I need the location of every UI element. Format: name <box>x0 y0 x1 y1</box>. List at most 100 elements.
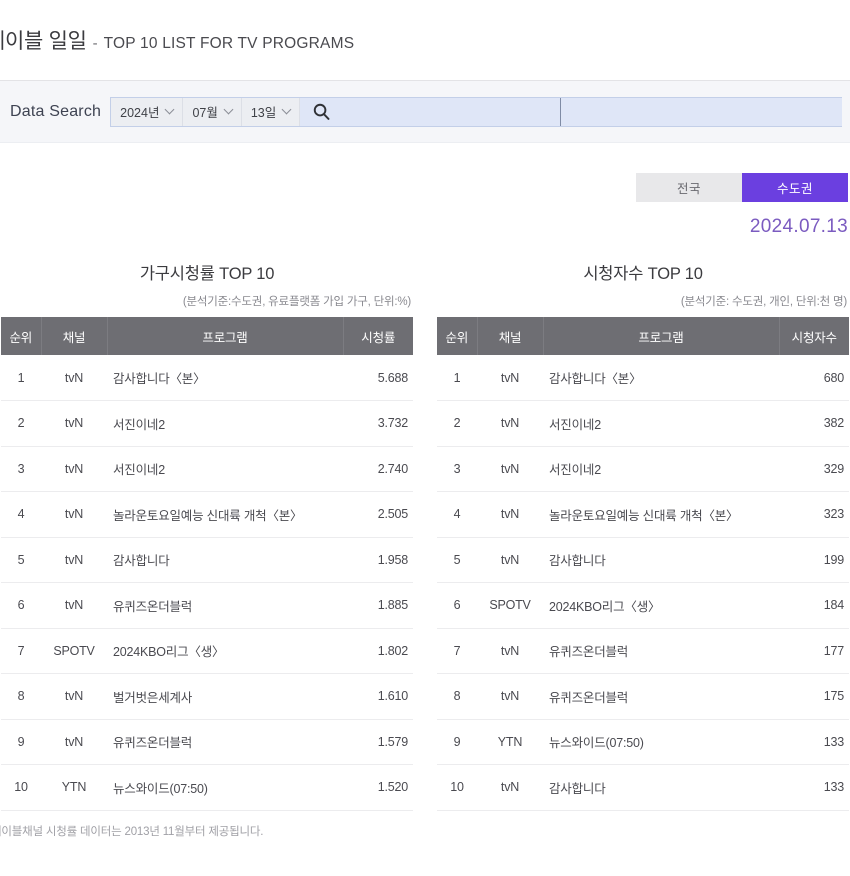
chevron-down-icon <box>281 104 292 115</box>
tab-metropolitan-label: 수도권 <box>776 182 813 196</box>
search-input[interactable] <box>342 97 561 126</box>
selected-date: 2024.07.13 <box>749 216 848 237</box>
table-row[interactable]: 10 tvN 감사합니다 133 <box>437 764 849 811</box>
cell-channel: tvN <box>41 582 107 629</box>
cell-value: 382 <box>779 400 849 447</box>
table-row[interactable]: 9 tvN 유퀴즈온더블럭 1.579 <box>1 719 413 765</box>
day-select-value: 13일 <box>250 106 277 120</box>
cell-rank: 3 <box>1 446 41 492</box>
cell-channel: tvN <box>477 400 543 447</box>
cell-channel: tvN <box>41 537 107 583</box>
year-select-value: 2024년 <box>120 106 160 120</box>
viewers-title: 시청자수 TOP 10 <box>583 265 703 283</box>
page-title: 케이블 일일 - TOP 10 LIST FOR TV PROGRAMS <box>0 25 354 55</box>
table-row[interactable]: 8 tvN 벌거벗은세계사 1.610 <box>1 673 413 720</box>
chevron-down-icon <box>165 104 175 115</box>
cell-rank: 9 <box>1 719 41 765</box>
search-icon <box>313 103 330 120</box>
cell-rank: 5 <box>1 537 41 583</box>
cell-channel: tvN <box>477 491 543 538</box>
table-row[interactable]: 3 tvN 서진이네2 2.740 <box>1 446 413 492</box>
chevron-down-icon <box>223 104 234 115</box>
cell-value: 133 <box>779 719 849 765</box>
viewers-table: 순위 채널 프로그램 시청자수 1 tvN 감사합니다〈본〉 680 2 tvN 서진이네… <box>437 317 849 811</box>
cell-rank: 4 <box>437 491 477 538</box>
cell-program: 유퀴즈온더블럭 <box>107 719 343 765</box>
cell-value: 1.610 <box>343 673 413 720</box>
cell-value: 1.520 <box>343 764 413 811</box>
table-row[interactable]: 8 tvN 유퀴즈온더블럭 175 <box>437 673 849 720</box>
header-program: 프로그램 <box>107 317 344 355</box>
cell-channel: tvN <box>477 537 543 583</box>
cell-value: 329 <box>779 446 849 492</box>
table-row[interactable]: 7 SPOTV 2024KBO리그〈생〉 1.802 <box>1 628 413 674</box>
cell-program: 감사합니다〈본〉 <box>543 355 779 401</box>
tab-nationwide[interactable]: 전국 <box>636 173 742 202</box>
cell-rank: 7 <box>1 628 41 674</box>
household-rating-subtitle: (분석기준:수도권, 유료플랫폼 가입 가구, 단위:%) <box>182 296 411 308</box>
cell-value: 1.885 <box>343 582 413 629</box>
cell-rank: 7 <box>437 628 477 674</box>
table-row[interactable]: 9 YTN 뉴스와이드(07:50) 133 <box>437 719 849 765</box>
cell-program: 감사합니다 <box>543 764 779 811</box>
data-search-label: Data Search <box>10 102 102 120</box>
table-row[interactable]: 1 tvN 감사합니다〈본〉 5.688 <box>1 355 413 401</box>
table-row[interactable]: 1 tvN 감사합니다〈본〉 680 <box>437 355 849 401</box>
table-row[interactable]: 2 tvN 서진이네2 3.732 <box>1 400 413 447</box>
cell-program: 유퀴즈온더블럭 <box>543 628 779 674</box>
cell-channel: YTN <box>477 719 543 765</box>
cell-rank: 6 <box>1 582 41 629</box>
cell-value: 184 <box>779 582 849 629</box>
cell-rank: 5 <box>437 537 477 583</box>
search-field-group: 2024년 07월 13일 <box>110 96 842 127</box>
table-row[interactable]: 6 tvN 유퀴즈온더블럭 1.885 <box>1 582 413 629</box>
table-row[interactable]: 5 tvN 감사합니다 199 <box>437 537 849 583</box>
cell-value: 133 <box>779 764 849 811</box>
cell-program: 서진이네2 <box>543 446 779 492</box>
table-row[interactable]: 4 tvN 놀라운토요일예능 신대륙 개척〈본〉 323 <box>437 491 849 538</box>
table-row[interactable]: 7 tvN 유퀴즈온더블럭 177 <box>437 628 849 674</box>
cell-value: 1.958 <box>343 537 413 583</box>
table-row[interactable]: 3 tvN 서진이네2 329 <box>437 446 849 492</box>
cell-program: 서진이네2 <box>107 446 343 492</box>
day-select[interactable]: 13일 <box>241 97 301 126</box>
header-channel: 채널 <box>477 317 544 355</box>
tab-metropolitan[interactable]: 수도권 <box>742 173 848 202</box>
header-value: 시청자수 <box>779 317 849 355</box>
cell-program: 서진이네2 <box>107 400 343 447</box>
data-search-bar: Data Search 2024년 07월 13일 <box>0 81 850 143</box>
table-row[interactable]: 2 tvN 서진이네2 382 <box>437 400 849 447</box>
household-rating-panel: 가구시청률 TOP 10 (분석기준:수도권, 유료플랫폼 가입 가구, 단위:… <box>0 260 413 839</box>
cell-value: 323 <box>779 491 849 538</box>
cell-channel: tvN <box>41 673 107 720</box>
cell-value: 175 <box>779 673 849 720</box>
header-value: 시청률 <box>343 317 413 355</box>
viewers-panel: 시청자수 TOP 10 (분석기준: 수도권, 개인, 단위:천 명) 순위 채… <box>437 260 849 839</box>
cell-rank: 4 <box>1 491 41 538</box>
cell-channel: SPOTV <box>41 628 107 674</box>
year-select[interactable]: 2024년 <box>111 97 184 126</box>
table-row[interactable]: 5 tvN 감사합니다 1.958 <box>1 537 413 583</box>
cell-channel: YTN <box>41 764 107 811</box>
cell-rank: 8 <box>437 673 477 720</box>
cell-value: 1.802 <box>343 628 413 674</box>
month-select[interactable]: 07월 <box>183 97 242 126</box>
region-tabs: 전국 수도권 <box>0 143 850 202</box>
cell-channel: tvN <box>41 719 107 765</box>
title-separator: - <box>92 35 98 52</box>
cell-value: 1.579 <box>343 719 413 765</box>
cell-program: 서진이네2 <box>543 400 779 447</box>
cell-rank: 2 <box>1 400 41 447</box>
table-row[interactable]: 6 SPOTV 2024KBO리그〈생〉 184 <box>437 582 849 629</box>
cell-rank: 1 <box>437 355 477 401</box>
cell-program: 벌거벗은세계사 <box>107 673 343 720</box>
cell-value: 5.688 <box>343 355 413 401</box>
secondary-search-input[interactable] <box>561 97 842 126</box>
cell-program: 놀라운토요일예능 신대륙 개척〈본〉 <box>543 491 779 538</box>
header-rank: 순위 <box>437 317 478 355</box>
table-row[interactable]: 10 YTN 뉴스와이드(07:50) 1.520 <box>1 764 413 811</box>
cell-program: 뉴스와이드(07:50) <box>107 764 343 811</box>
table-header-row: 순위 채널 프로그램 시청자수 <box>437 317 849 355</box>
table-row[interactable]: 4 tvN 놀라운토요일예능 신대륙 개척〈본〉 2.505 <box>1 491 413 538</box>
search-button[interactable] <box>300 98 342 126</box>
